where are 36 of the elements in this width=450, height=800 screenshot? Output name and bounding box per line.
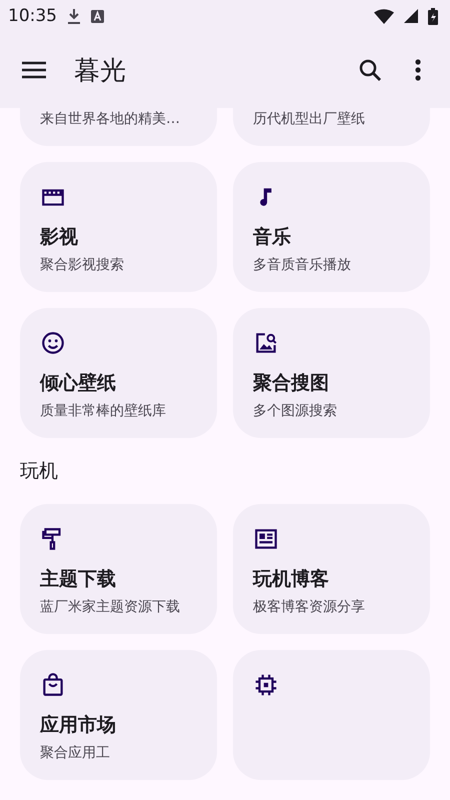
feature-card[interactable]: 主题下载 蓝厂米家主题资源下载 [20, 504, 217, 634]
feature-card[interactable]: 倾心壁纸 质量非常棒的壁纸库 [20, 308, 217, 438]
feature-card[interactable]: 影视 聚合影视搜索 [20, 162, 217, 292]
card-title: 音乐 [253, 225, 291, 250]
download-icon [67, 8, 81, 24]
smiley-icon [40, 330, 66, 356]
card-title: 玩机博客 [253, 567, 329, 592]
card-subtitle: 极客博客资源分享 [253, 598, 365, 616]
card-title: 倾心壁纸 [40, 371, 116, 396]
status-time: 10:35 [8, 6, 57, 26]
card-title: 应用市场 [40, 713, 116, 738]
card-subtitle: 质量非常棒的壁纸库 [40, 402, 166, 420]
card-subtitle: 聚合影视搜索 [40, 256, 124, 274]
card-subtitle: 聚合应用工 [40, 744, 110, 762]
chip-icon [253, 672, 279, 698]
search-icon [358, 58, 382, 82]
menu-icon [22, 61, 46, 79]
card-subtitle: 蓝厂米家主题资源下载 [40, 598, 180, 616]
more-icon [415, 59, 421, 81]
card-title: 影视 [40, 225, 78, 250]
battery-icon [428, 8, 438, 24]
feature-card[interactable]: 音乐 多音质音乐播放 [233, 162, 430, 292]
card-title: 主题下载 [40, 567, 116, 592]
card-subtitle: 多音质音乐播放 [253, 256, 351, 274]
notification-icon [91, 10, 104, 22]
wifi-icon [374, 8, 394, 24]
card-subtitle[interactable]: 历代机型出厂壁纸 [233, 108, 430, 146]
card-subtitle: 多个图源搜索 [253, 402, 337, 420]
app-title: 暮光 [74, 54, 127, 88]
card-title: 聚合搜图 [253, 371, 329, 396]
feature-card[interactable]: 应用市场 聚合应用工 [20, 650, 217, 780]
feature-card[interactable]: 玩机博客 极客博客资源分享 [233, 504, 430, 634]
section-title: 玩机 [20, 459, 59, 484]
signal-icon [404, 9, 418, 23]
feature-card[interactable]: 聚合搜图 多个图源搜索 [233, 308, 430, 438]
card-subtitle[interactable]: 来自世界各地的精美… [20, 108, 217, 146]
